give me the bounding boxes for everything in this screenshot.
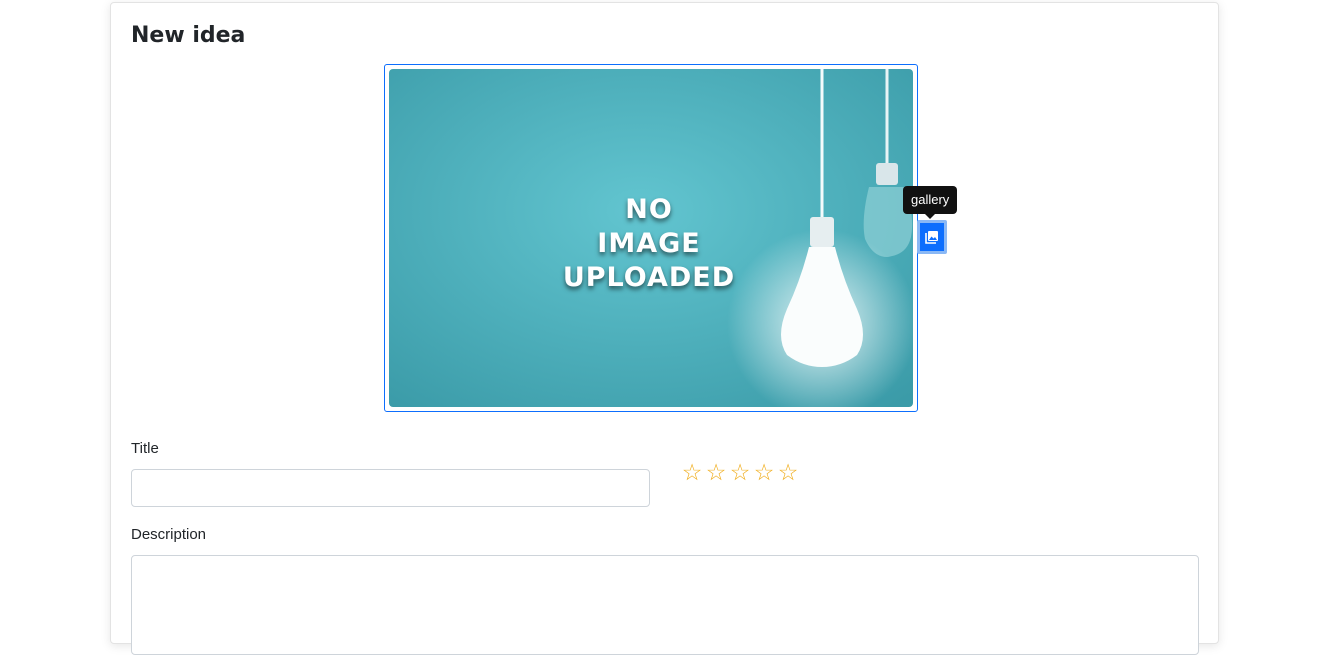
no-image-placeholder: NO IMAGE UPLOADED [389, 69, 913, 407]
page-title: New idea [131, 23, 246, 48]
gallery-button[interactable] [917, 220, 947, 254]
gallery-tooltip-text: gallery [911, 192, 950, 207]
gallery-tooltip: gallery [903, 186, 958, 219]
description-label: Description [131, 526, 207, 543]
image-gallery-icon [925, 231, 938, 244]
description-textarea[interactable] [131, 555, 1199, 655]
star-3-icon[interactable]: ☆ [728, 460, 752, 486]
placeholder-line-3: UPLOADED [562, 262, 736, 293]
star-5-icon[interactable]: ☆ [776, 460, 800, 486]
star-4-icon[interactable]: ☆ [752, 460, 776, 486]
placeholder-line-2: IMAGE [597, 228, 701, 259]
placeholder-line-1: NO [625, 194, 673, 225]
tooltip-arrow [925, 214, 936, 219]
title-input[interactable] [131, 469, 650, 507]
title-label: Title [131, 440, 159, 457]
no-image-text: NO IMAGE UPLOADED [389, 193, 909, 295]
new-idea-card: New idea NO IMAGE UPLOADED gallery Title… [110, 2, 1219, 655]
star-rating[interactable]: ☆ ☆ ☆ ☆ ☆ [680, 460, 800, 486]
star-1-icon[interactable]: ☆ [680, 460, 704, 486]
star-2-icon[interactable]: ☆ [704, 460, 728, 486]
image-frame[interactable]: NO IMAGE UPLOADED [384, 64, 918, 412]
